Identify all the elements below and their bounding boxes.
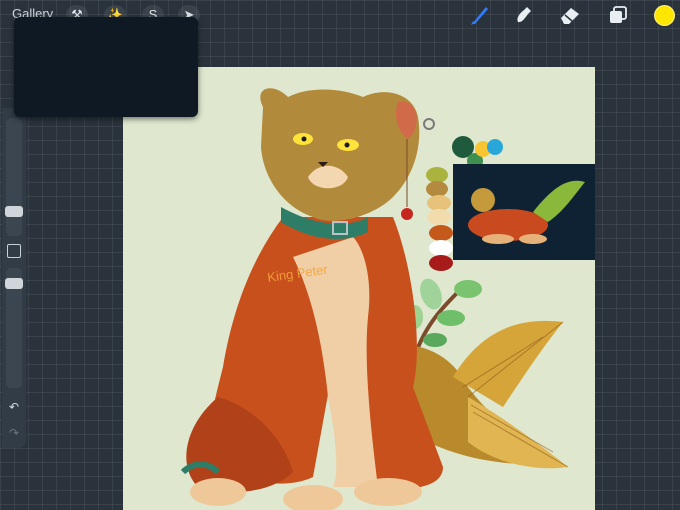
modify-button[interactable] (7, 244, 21, 258)
opacity-slider[interactable] (5, 268, 23, 388)
eraser-icon[interactable] (558, 4, 582, 26)
redo-icon[interactable]: ↷ (7, 426, 21, 440)
sidebar: ↶ ↷ (2, 108, 26, 448)
brush-size-slider[interactable] (5, 118, 23, 236)
artwork: King Peter (180, 88, 595, 510)
brush-size-thumb[interactable] (5, 206, 23, 217)
brush-icon[interactable] (468, 4, 492, 26)
drawing-canvas[interactable]: King Peter (123, 67, 595, 510)
undo-icon[interactable]: ↶ (7, 400, 21, 414)
lion-body (180, 217, 443, 510)
opacity-thumb[interactable] (5, 278, 23, 289)
lion-head (260, 88, 435, 221)
color-picker-button[interactable] (654, 5, 675, 26)
actions-popover[interactable] (14, 17, 198, 117)
layers-icon[interactable] (606, 4, 630, 26)
reference-thumbnail (453, 164, 595, 260)
smudge-icon[interactable] (512, 4, 536, 26)
